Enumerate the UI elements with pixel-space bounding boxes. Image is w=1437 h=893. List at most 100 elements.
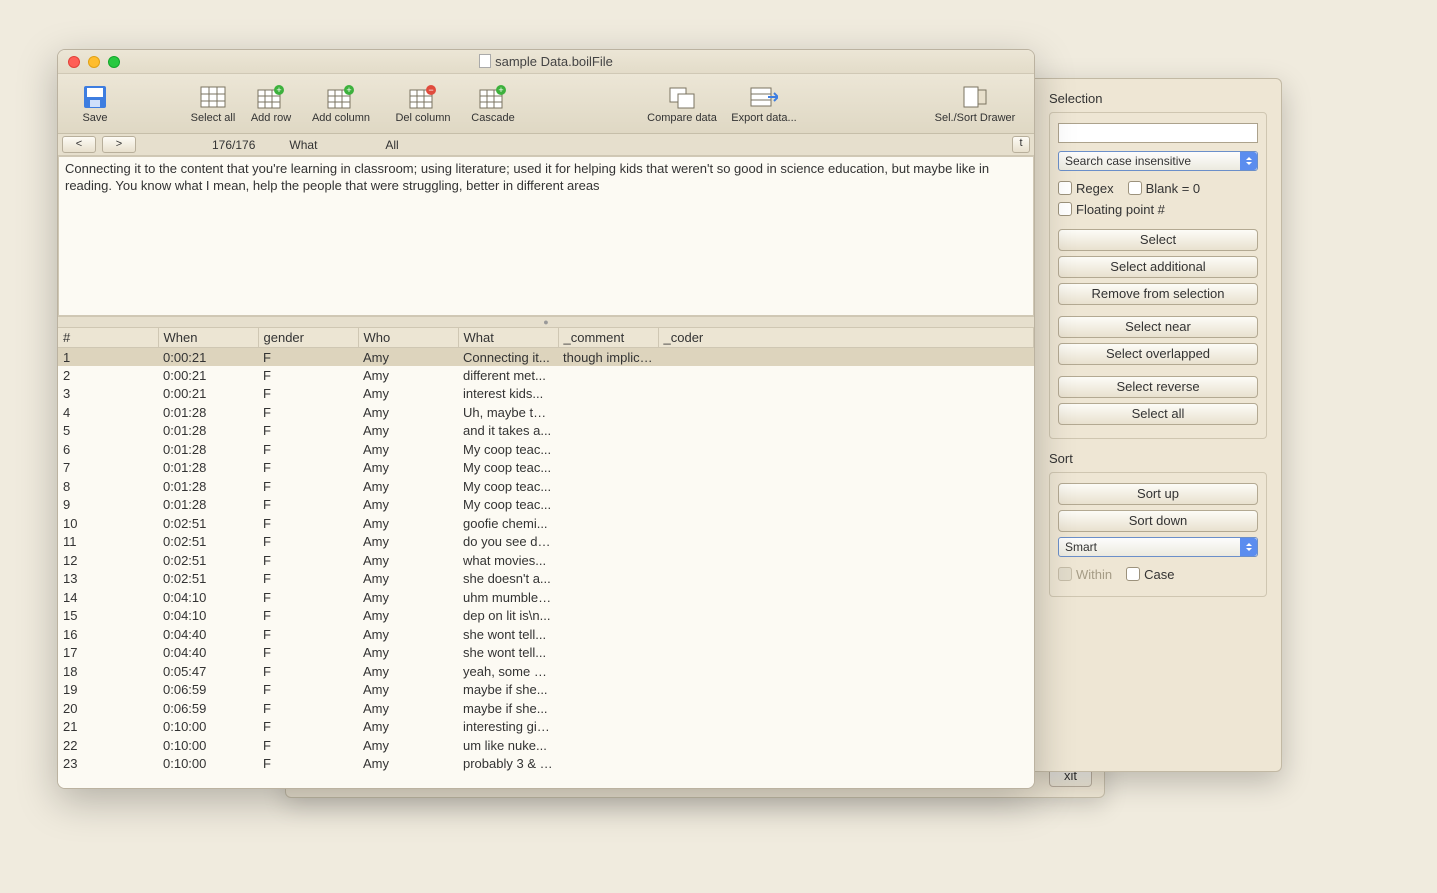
select-reverse-button[interactable]: Select reverse [1058,376,1258,398]
titlebar[interactable]: sample Data.boilFile [58,50,1034,74]
save-button[interactable]: Save [67,84,123,124]
cell[interactable]: probably 3 & f... [458,755,558,774]
cell[interactable]: Amy [358,625,458,644]
cell[interactable]: 13 [58,570,158,589]
cell[interactable]: Amy [358,570,458,589]
cell[interactable]: F [258,366,358,385]
cell[interactable]: 15 [58,607,158,626]
cell[interactable]: 0:00:21 [158,385,258,404]
cell[interactable]: 0:02:51 [158,570,258,589]
cell[interactable]: 5 [58,422,158,441]
detail-textarea[interactable]: Connecting it to the content that you're… [58,156,1034,316]
sort-mode-select[interactable]: Smart [1058,537,1258,557]
cell[interactable] [558,551,658,570]
cell[interactable]: Amy [358,551,458,570]
cell[interactable]: F [258,459,358,478]
cell[interactable]: different met... [458,366,558,385]
column-header[interactable]: _coder [658,328,1034,348]
cell[interactable]: Amy [358,699,458,718]
cell[interactable] [658,718,1034,737]
cell[interactable]: F [258,403,358,422]
cell[interactable]: 0:01:28 [158,496,258,515]
cell[interactable]: Amy [358,459,458,478]
table-row[interactable]: 80:01:28FAmyMy coop teac... [58,477,1034,496]
cell[interactable] [558,533,658,552]
select-overlapped-button[interactable]: Select overlapped [1058,343,1258,365]
table-row[interactable]: 90:01:28FAmyMy coop teac... [58,496,1034,515]
table-row[interactable]: 70:01:28FAmyMy coop teac... [58,459,1034,478]
cell[interactable]: F [258,385,358,404]
cell[interactable]: F [258,644,358,663]
cell[interactable]: and it takes a... [458,422,558,441]
cell[interactable] [658,607,1034,626]
cell[interactable] [558,570,658,589]
cell[interactable]: F [258,422,358,441]
cell[interactable] [558,514,658,533]
cell[interactable]: 18 [58,662,158,681]
cell[interactable]: 7 [58,459,158,478]
cell[interactable] [658,366,1034,385]
sort-up-button[interactable]: Sort up [1058,483,1258,505]
cell[interactable] [658,736,1034,755]
close-icon[interactable] [68,56,80,68]
cell[interactable]: Uh, maybe thr... [458,403,558,422]
cell[interactable]: My coop teac... [458,496,558,515]
cell[interactable]: 10 [58,514,158,533]
cell[interactable]: F [258,755,358,774]
select-near-button[interactable]: Select near [1058,316,1258,338]
cell[interactable] [558,459,658,478]
cell[interactable]: 14 [58,588,158,607]
cell[interactable]: goofie chemi... [458,514,558,533]
column-header[interactable]: gender [258,328,358,348]
cell[interactable]: um like nuke... [458,736,558,755]
cell[interactable] [558,422,658,441]
table-row[interactable]: 140:04:10FAmyuhm mumble l... [58,588,1034,607]
zoom-icon[interactable] [108,56,120,68]
table-row[interactable]: 100:02:51FAmy goofie chemi... [58,514,1034,533]
cell[interactable] [658,422,1034,441]
cell[interactable] [658,570,1034,589]
cell[interactable]: My coop teac... [458,440,558,459]
table-row[interactable]: 160:04:40FAmyshe wont tell... [58,625,1034,644]
cell[interactable]: 21 [58,718,158,737]
cell[interactable]: Amy [358,422,458,441]
cell[interactable]: F [258,514,358,533]
cell[interactable]: Amy [358,755,458,774]
cell[interactable] [558,662,658,681]
cell[interactable]: 22 [58,736,158,755]
cell[interactable]: 16 [58,625,158,644]
table-row[interactable]: 180:05:47FAmyyeah, some ar... [58,662,1034,681]
cell[interactable]: Amy [358,366,458,385]
cell[interactable]: F [258,533,358,552]
regex-checkbox[interactable]: Regex [1058,181,1114,196]
cell[interactable]: 0:06:59 [158,699,258,718]
cell[interactable]: 19 [58,681,158,700]
cell[interactable]: 17 [58,644,158,663]
cell[interactable]: 0:02:51 [158,533,258,552]
cell[interactable]: F [258,348,358,367]
cell[interactable]: 0:00:21 [158,366,258,385]
cell[interactable]: F [258,718,358,737]
table-row[interactable]: 30:00:21FAmyinterest kids... [58,385,1034,404]
cell[interactable]: F [258,607,358,626]
cell[interactable] [558,403,658,422]
cell[interactable] [658,625,1034,644]
float-checkbox[interactable]: Floating point # [1058,202,1165,217]
cell[interactable]: 0:02:51 [158,551,258,570]
cell[interactable]: yeah, some ar... [458,662,558,681]
splitter-handle[interactable]: ● [58,316,1034,328]
cell[interactable] [658,644,1034,663]
cell[interactable]: Amy [358,644,458,663]
cell[interactable] [658,699,1034,718]
table-row[interactable]: 170:04:40FAmyshe wont tell... [58,644,1034,663]
cell[interactable]: F [258,477,358,496]
cell[interactable]: maybe if she... [458,681,558,700]
column-header[interactable]: Who [358,328,458,348]
cell[interactable] [658,403,1034,422]
cell[interactable] [658,588,1034,607]
table-row[interactable]: 130:02:51FAmyshe doesn't a... [58,570,1034,589]
cell[interactable]: F [258,736,358,755]
cell[interactable]: she wont tell... [458,644,558,663]
cell[interactable] [658,533,1034,552]
select-additional-button[interactable]: Select additional [1058,256,1258,278]
